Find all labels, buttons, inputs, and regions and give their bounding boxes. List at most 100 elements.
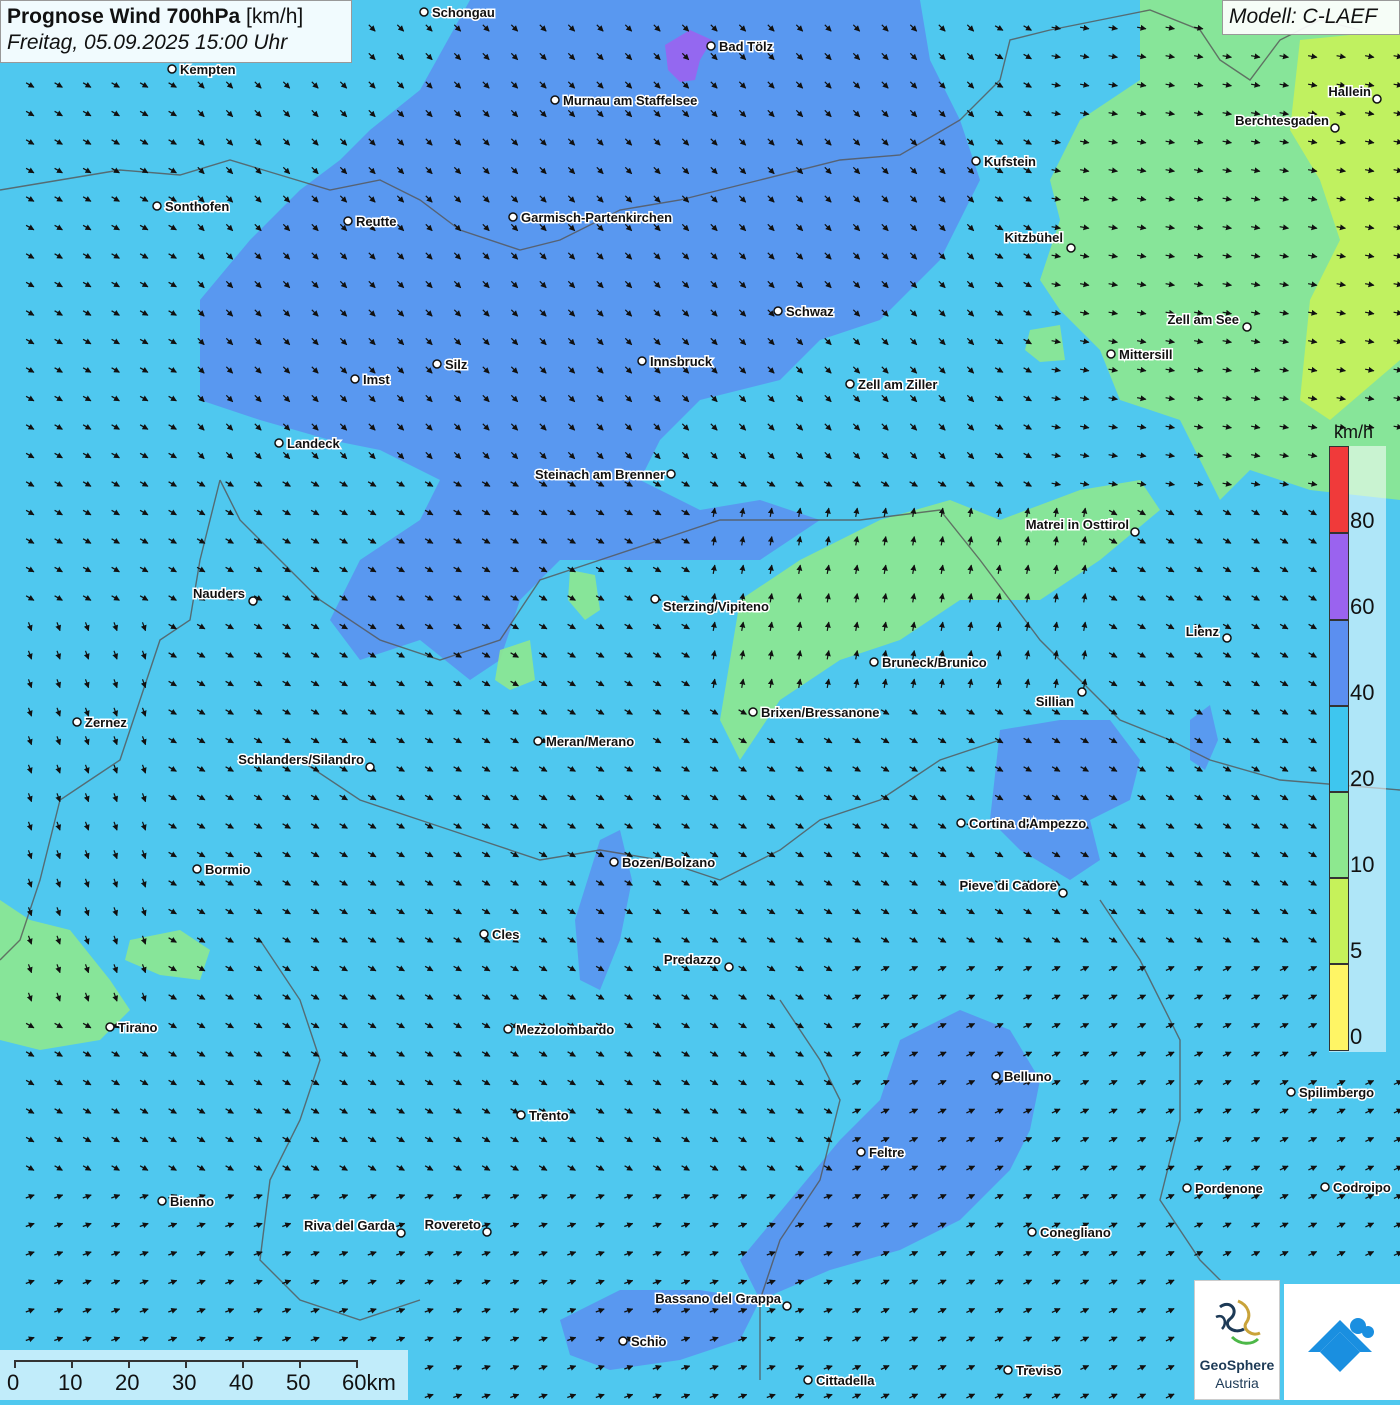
- city-dot: [1222, 633, 1232, 643]
- city-label: Sterzing/Vipiteno: [663, 599, 769, 614]
- map-title-unit: [km/h]: [246, 5, 304, 28]
- city-label: Schio: [631, 1334, 666, 1349]
- city-dot: [1242, 322, 1252, 332]
- city-label: Belluno: [1004, 1069, 1052, 1084]
- city-label: Conegliano: [1040, 1225, 1111, 1240]
- city-marker: Mezzolombardo: [503, 1021, 616, 1039]
- forecast-time: Freitag, 05.09.2025 15:00 Uhr: [7, 31, 288, 54]
- scale-tick: [128, 1360, 130, 1368]
- geosphere-logo-icon: [1215, 1299, 1261, 1345]
- city-label: Trento: [529, 1108, 569, 1123]
- city-label: Murnau am Staffelsee: [563, 93, 697, 108]
- city-label: Reutte: [356, 214, 396, 229]
- city-dot: [773, 306, 783, 316]
- geosphere-logo-name: GeoSphere: [1199, 1357, 1275, 1373]
- legend-label-20: 20: [1350, 766, 1375, 791]
- city-label: Zell am Ziller: [858, 377, 937, 392]
- city-label: Cles: [492, 927, 519, 942]
- scale-tick: [299, 1360, 301, 1368]
- city-label: Kempten: [180, 62, 236, 77]
- city-marker: Cortina d'Ampezzo: [956, 815, 1088, 833]
- city-label: Feltre: [869, 1145, 904, 1160]
- city-dot: [105, 1022, 115, 1032]
- city-dot: [508, 212, 518, 222]
- city-label: Mezzolombardo: [516, 1022, 614, 1037]
- city-dot: [365, 762, 375, 772]
- city-dot: [516, 1110, 526, 1120]
- city-dot: [803, 1375, 813, 1385]
- city-dot: [1077, 687, 1087, 697]
- city-label: Zell am See: [1167, 312, 1239, 327]
- city-marker: Schongau: [419, 4, 496, 22]
- city-marker: Garmisch-Partenkirchen: [508, 209, 674, 227]
- city-dot: [845, 379, 855, 389]
- scale-label: 0: [7, 1370, 20, 1395]
- scale-label: 10: [58, 1370, 83, 1395]
- title-box: Prognose Wind 700hPa [km/h] Freitag, 05.…: [0, 0, 352, 63]
- city-label: Bruneck/Brunico: [882, 655, 987, 670]
- city-dot: [1286, 1087, 1296, 1097]
- city-dot: [192, 864, 202, 874]
- scale-tick: [356, 1360, 358, 1368]
- city-dot: [856, 1147, 866, 1157]
- city-marker: Conegliano: [1027, 1224, 1112, 1242]
- city-dot: [618, 1336, 628, 1346]
- city-label: Zernez: [85, 715, 127, 730]
- city-label: Garmisch-Partenkirchen: [521, 210, 672, 225]
- city-dot: [248, 596, 258, 606]
- city-dot: [971, 156, 981, 166]
- city-marker: Pordenone: [1182, 1180, 1264, 1198]
- city-marker: Sonthofen: [152, 198, 231, 216]
- geosphere-logo-sub: Austria: [1215, 1375, 1259, 1391]
- city-dot: [503, 1024, 513, 1034]
- city-label: Berchtesgaden: [1235, 113, 1329, 128]
- city-marker: Bruneck/Brunico: [869, 654, 988, 672]
- city-label: Bad Tölz: [719, 39, 774, 54]
- model-label: Modell: C-LAEF: [1222, 0, 1400, 35]
- city-label: Imst: [363, 372, 390, 387]
- city-dot: [350, 374, 360, 384]
- city-dot: [748, 707, 758, 717]
- scale-bar: 0 10 20 30 40 50 60km: [0, 1350, 408, 1400]
- city-dot: [550, 95, 560, 105]
- scale-tick: [242, 1360, 244, 1368]
- city-dot: [991, 1071, 1001, 1081]
- city-marker: Zell am Ziller: [845, 376, 939, 394]
- city-dot: [1027, 1227, 1037, 1237]
- city-dot: [1330, 123, 1340, 133]
- city-dot: [419, 7, 429, 17]
- city-label: Lienz: [1186, 624, 1220, 639]
- city-dot: [274, 438, 284, 448]
- scale-label: 50: [286, 1370, 311, 1395]
- city-dot: [650, 594, 660, 604]
- legend-label-80: 80: [1350, 508, 1375, 533]
- city-label: Brixen/Bressanone: [761, 705, 880, 720]
- city-dot: [167, 64, 177, 74]
- city-label: Sillian: [1036, 694, 1074, 709]
- scale-label: 60km: [342, 1370, 396, 1395]
- city-label: Matrei in Osttirol: [1026, 517, 1129, 532]
- wind-map[interactable]: Schongau Bad Tölz Kempten Murnau am Staffel…: [0, 0, 1400, 1400]
- city-dot: [956, 818, 966, 828]
- city-marker: Innsbruck: [637, 353, 714, 371]
- city-dot: [1182, 1183, 1192, 1193]
- city-label: Sonthofen: [165, 199, 229, 214]
- city-label: Bassano del Grappa: [655, 1291, 781, 1306]
- city-label: Tirano: [118, 1020, 158, 1035]
- city-dot: [432, 359, 442, 369]
- scale-tick: [71, 1360, 73, 1368]
- city-label: Nauders: [193, 586, 245, 601]
- city-label: Silz: [445, 357, 468, 372]
- color-legend: km/h 80 60 40 20 10 5 0: [1326, 420, 1386, 1052]
- legend-unit: km/h: [1334, 422, 1374, 442]
- legend-bin-80: [1329, 446, 1349, 533]
- weather-app-logo[interactable]: [1284, 1284, 1400, 1400]
- city-dot: [666, 469, 676, 479]
- city-label: Riva del Garda: [304, 1218, 396, 1233]
- city-label: Bienno: [170, 1194, 214, 1209]
- city-label: Bozen/Bolzano: [622, 855, 715, 870]
- geosphere-logo[interactable]: GeoSphere Austria: [1194, 1280, 1280, 1400]
- city-marker: Spilimbergo: [1286, 1084, 1376, 1102]
- city-dot: [533, 736, 543, 746]
- city-dot: [782, 1301, 792, 1311]
